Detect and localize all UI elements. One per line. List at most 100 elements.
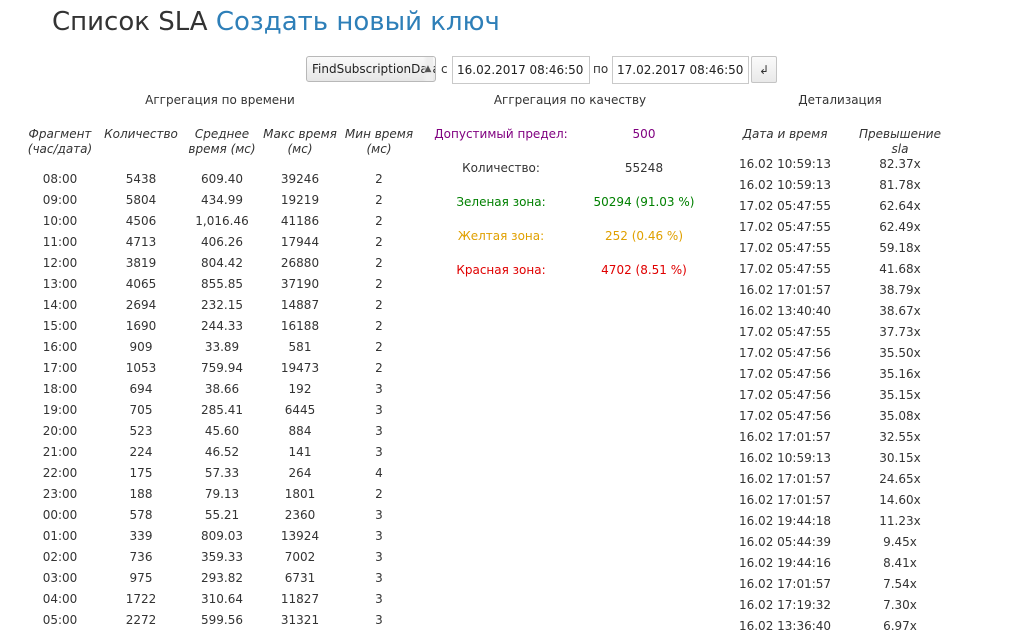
max-time-cell: 13924 bbox=[280, 529, 320, 543]
red-zone-label: Красная зона: bbox=[456, 263, 546, 277]
green-zone-value: 50294 (91.03 %) bbox=[593, 195, 695, 209]
fragment-cell: 08:00 bbox=[42, 172, 78, 186]
sla-excess-cell: 62.49x bbox=[879, 220, 921, 234]
table-row: 16.02 17:01:57 14.60x bbox=[720, 490, 980, 511]
datetime-cell: 17.02 05:47:56 bbox=[738, 367, 832, 381]
table-row: 04:00 1722 310.64 11827 3 bbox=[20, 589, 420, 610]
to-label: по bbox=[593, 62, 609, 76]
count-cell: 705 bbox=[129, 403, 153, 417]
min-time-cell: 4 bbox=[375, 466, 383, 480]
fragment-cell: 11:00 bbox=[42, 235, 78, 249]
table-row: 16.02 17:01:57 7.54x bbox=[720, 574, 980, 595]
count-cell: 4713 bbox=[125, 235, 157, 249]
avg-time-cell: 46.52 bbox=[204, 445, 240, 459]
sla-excess-cell: 14.60x bbox=[879, 493, 921, 507]
table-row: 16:00 909 33.89 581 2 bbox=[20, 337, 420, 358]
datetime-cell: 16.02 10:59:13 bbox=[738, 157, 832, 171]
from-date-input[interactable]: 16.02.2017 08:46:50 bbox=[452, 56, 590, 84]
avg-time-cell: 434.99 bbox=[201, 193, 243, 207]
fragment-cell: 00:00 bbox=[42, 508, 78, 522]
table-row: 09:00 5804 434.99 19219 2 bbox=[20, 190, 420, 211]
max-time-cell: 19473 bbox=[280, 361, 320, 375]
datetime-cell: 17.02 05:47:56 bbox=[738, 388, 832, 402]
max-time-cell: 37190 bbox=[280, 277, 320, 291]
chevron-down-icon: ▲ bbox=[423, 57, 433, 81]
count-cell: 5804 bbox=[125, 193, 157, 207]
avg-time-cell: 609.40 bbox=[201, 172, 243, 186]
count-cell: 2694 bbox=[125, 298, 157, 312]
sla-excess-cell: 6.97x bbox=[883, 619, 917, 633]
enter-icon: ↲ bbox=[758, 63, 770, 77]
avg-time-cell: 804.42 bbox=[201, 256, 243, 270]
fragment-cell: 09:00 bbox=[42, 193, 78, 207]
fragment-cell: 02:00 bbox=[42, 550, 78, 564]
avg-time-cell: 293.82 bbox=[201, 571, 243, 585]
fragment-cell: 13:00 bbox=[42, 277, 78, 291]
table-row: 16.02 10:59:13 30.15x bbox=[720, 448, 980, 469]
sla-excess-cell: 7.54x bbox=[883, 577, 917, 591]
max-time-cell: 7002 bbox=[284, 550, 316, 564]
fragment-cell: 16:00 bbox=[42, 340, 78, 354]
avg-time-cell: 599.56 bbox=[201, 613, 243, 627]
submit-button[interactable]: ↲ bbox=[751, 56, 777, 83]
max-time-cell: 31321 bbox=[280, 613, 320, 627]
datetime-cell: 16.02 17:01:57 bbox=[738, 430, 832, 444]
datetime-cell: 17.02 05:47:55 bbox=[738, 262, 832, 276]
datetime-cell: 16.02 05:44:39 bbox=[738, 535, 832, 549]
datetime-cell: 16.02 17:01:57 bbox=[738, 577, 832, 591]
table-row: 17.02 05:47:56 35.15x bbox=[720, 385, 980, 406]
min-time-cell: 2 bbox=[375, 487, 383, 501]
min-time-cell: 3 bbox=[375, 571, 383, 585]
table-row: 03:00 975 293.82 6731 3 bbox=[20, 568, 420, 589]
sla-excess-cell: 35.50x bbox=[879, 346, 921, 360]
sla-excess-cell: 62.64x bbox=[879, 199, 921, 213]
max-time-cell: 26880 bbox=[280, 256, 320, 270]
to-date-input[interactable]: 17.02.2017 08:46:50 bbox=[612, 56, 749, 84]
min-time-cell: 3 bbox=[375, 445, 383, 459]
fragment-cell: 01:00 bbox=[42, 529, 78, 543]
fragment-cell: 04:00 bbox=[42, 592, 78, 606]
avg-time-cell: 45.60 bbox=[204, 424, 240, 438]
method-select[interactable]: FindSubscriptionData ▲ bbox=[306, 56, 436, 82]
fragment-cell: 22:00 bbox=[42, 466, 78, 480]
table-row: 17.02 05:47:55 62.49x bbox=[720, 217, 980, 238]
min-time-cell: 2 bbox=[375, 298, 383, 312]
col-header-fragment: Фрагмент (час/дата) bbox=[27, 127, 93, 156]
count-cell: 175 bbox=[129, 466, 153, 480]
min-time-cell: 2 bbox=[375, 319, 383, 333]
table-row: 00:00 578 55.21 2360 3 bbox=[20, 505, 420, 526]
sla-excess-cell: 8.41x bbox=[883, 556, 917, 570]
max-time-cell: 6445 bbox=[284, 403, 316, 417]
count-cell: 736 bbox=[129, 550, 153, 564]
max-time-cell: 264 bbox=[288, 466, 312, 480]
table-row: 16.02 13:36:40 6.97x bbox=[720, 616, 980, 637]
table-row: 21:00 224 46.52 141 3 bbox=[20, 442, 420, 463]
avg-time-cell: 285.41 bbox=[201, 403, 243, 417]
table-row: 17.02 05:47:56 35.08x bbox=[720, 406, 980, 427]
datetime-cell: 17.02 05:47:55 bbox=[738, 241, 832, 255]
datetime-cell: 17.02 05:47:55 bbox=[738, 325, 832, 339]
col-header-min: Мин время (мс) bbox=[344, 127, 414, 156]
count-cell: 3819 bbox=[125, 256, 157, 270]
col-header-avg: Среднее время (мс) bbox=[188, 127, 256, 156]
table-row: 14:00 2694 232.15 14887 2 bbox=[20, 295, 420, 316]
min-time-cell: 3 bbox=[375, 424, 383, 438]
datetime-cell: 16.02 17:01:57 bbox=[738, 472, 832, 486]
sla-excess-cell: 82.37x bbox=[879, 157, 921, 171]
table-row: 16.02 17:01:57 24.65x bbox=[720, 469, 980, 490]
max-time-cell: 6731 bbox=[284, 571, 316, 585]
table-row: 16.02 17:19:32 7.30x bbox=[720, 595, 980, 616]
count-label: Количество: bbox=[462, 161, 540, 175]
avg-time-cell: 55.21 bbox=[204, 508, 240, 522]
avg-time-cell: 759.94 bbox=[201, 361, 243, 375]
fragment-cell: 12:00 bbox=[42, 256, 78, 270]
min-time-cell: 2 bbox=[375, 172, 383, 186]
fragment-cell: 20:00 bbox=[42, 424, 78, 438]
green-zone-label: Зеленая зона: bbox=[456, 195, 546, 209]
sla-excess-cell: 24.65x bbox=[879, 472, 921, 486]
fragment-cell: 15:00 bbox=[42, 319, 78, 333]
create-key-link[interactable]: Создать новый ключ bbox=[216, 7, 500, 37]
avg-time-cell: 38.66 bbox=[204, 382, 240, 396]
sla-excess-cell: 35.16x bbox=[879, 367, 921, 381]
max-time-cell: 19219 bbox=[280, 193, 320, 207]
